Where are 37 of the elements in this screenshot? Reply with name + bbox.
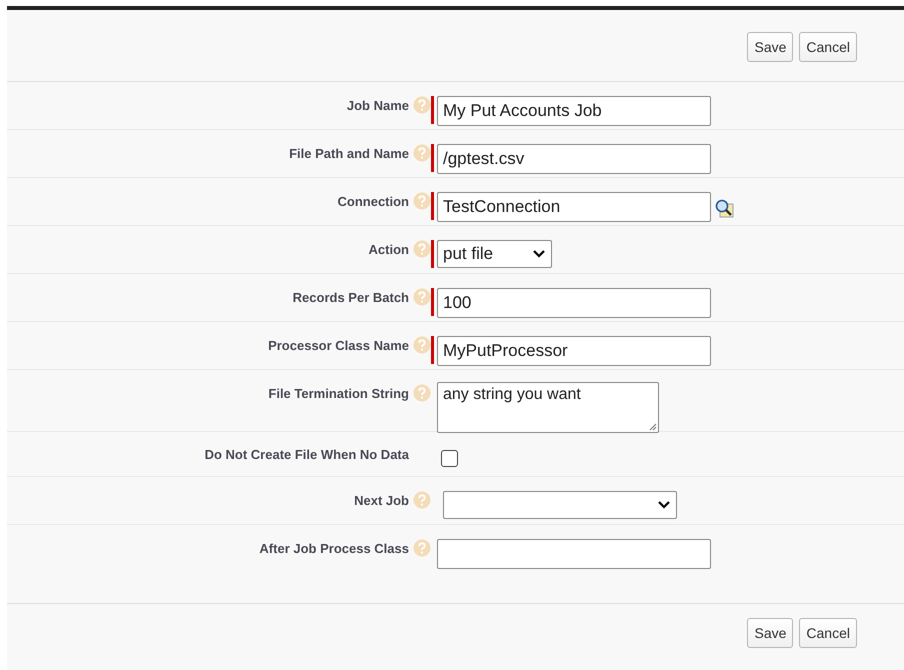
save-button[interactable]: Save bbox=[747, 618, 794, 648]
help-icon[interactable] bbox=[413, 288, 431, 306]
text-field[interactable]: 100 bbox=[437, 288, 711, 318]
field-label: After Job Process Class bbox=[259, 540, 409, 556]
help-icon[interactable] bbox=[413, 384, 431, 402]
help-icon[interactable] bbox=[413, 539, 431, 557]
text-field[interactable]: MyPutProcessor bbox=[437, 336, 711, 366]
text-field[interactable]: My Put Accounts Job bbox=[437, 96, 711, 126]
dropdown[interactable]: put file bbox=[437, 240, 552, 268]
field-label: Do Not Create File When No Data bbox=[204, 446, 409, 462]
caret-icon bbox=[533, 250, 545, 258]
help-icon[interactable] bbox=[413, 192, 431, 210]
help-icon[interactable] bbox=[413, 96, 431, 114]
save-button[interactable]: Save bbox=[747, 32, 794, 62]
text-field[interactable] bbox=[437, 539, 711, 569]
field-label: Next Job bbox=[354, 492, 409, 508]
search-icon[interactable] bbox=[714, 198, 734, 218]
cancel-button[interactable]: Cancel bbox=[799, 618, 857, 648]
text-field[interactable]: TestConnection bbox=[437, 192, 711, 222]
field-label: File Path and Name bbox=[289, 146, 409, 160]
field-label: Records Per Batch bbox=[292, 290, 409, 304]
dropdown[interactable] bbox=[443, 491, 677, 519]
field-label: Connection bbox=[338, 194, 409, 208]
text-field[interactable]: /gptest.csv bbox=[437, 144, 711, 174]
field-label: Job Name bbox=[346, 98, 409, 112]
checkbox[interactable] bbox=[441, 450, 458, 467]
caret-icon bbox=[658, 501, 670, 509]
help-icon[interactable] bbox=[413, 491, 431, 509]
field-label: Action bbox=[368, 242, 409, 256]
field-label: Processor Class Name bbox=[268, 338, 409, 352]
resize-grip-icon[interactable] bbox=[648, 422, 657, 431]
help-icon[interactable] bbox=[413, 336, 431, 354]
cancel-button[interactable]: Cancel bbox=[799, 32, 857, 62]
text-area[interactable]: any string you want bbox=[437, 382, 659, 433]
help-icon[interactable] bbox=[413, 144, 431, 162]
field-label: File Termination String bbox=[268, 386, 409, 400]
help-icon[interactable] bbox=[413, 240, 431, 258]
